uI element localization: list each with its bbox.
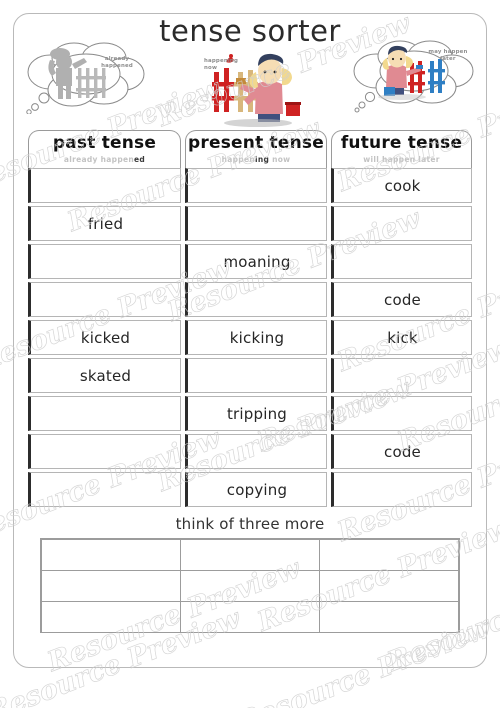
extra-cell[interactable] xyxy=(180,570,320,602)
word-cell-future[interactable]: code xyxy=(331,434,472,469)
future-thought-bubble-icon: may happen later xyxy=(350,37,478,113)
word-cell-present[interactable]: moaning xyxy=(185,244,327,279)
word-cell-future[interactable] xyxy=(331,396,472,431)
column-headers: past tense already happened present tens… xyxy=(28,130,472,168)
word-cell-past[interactable] xyxy=(28,168,181,203)
table-row: skated xyxy=(28,358,472,393)
word-cell-present[interactable]: kicking xyxy=(185,320,327,355)
extra-cell[interactable] xyxy=(180,539,320,571)
extra-cell[interactable] xyxy=(319,601,459,633)
table-row: fried xyxy=(28,206,472,241)
word-cell-future[interactable] xyxy=(331,472,472,507)
present-caption: happening now xyxy=(204,58,239,72)
extra-cell[interactable] xyxy=(41,570,181,602)
word-cell-past[interactable] xyxy=(28,244,181,279)
word-cell-past[interactable]: skated xyxy=(28,358,181,393)
column-subtitle-past: already happened xyxy=(63,155,146,164)
table-row: tripping xyxy=(28,396,472,431)
past-caption: already happened xyxy=(101,56,133,70)
tense-sorting-table: cook fried moaning code kicked kicking kick ska… xyxy=(28,168,472,510)
extra-row xyxy=(41,570,459,602)
think-of-three-more-label: think of three more xyxy=(175,515,325,533)
word-cell-future[interactable] xyxy=(331,244,472,279)
present-illustration-icon: happening now xyxy=(196,38,318,128)
word-cell-future[interactable]: kick xyxy=(331,320,472,355)
word-cell-past[interactable]: fried xyxy=(28,206,181,241)
word-cell-past[interactable] xyxy=(28,472,181,507)
extra-cell[interactable] xyxy=(319,570,459,602)
column-subtitle-present: happening now xyxy=(221,155,291,164)
table-row: copying xyxy=(28,472,472,507)
past-thought-bubble-icon: already happened xyxy=(20,38,148,115)
word-cell-present[interactable] xyxy=(185,206,327,241)
word-cell-future[interactable]: cook xyxy=(331,168,472,203)
future-caption: may happen later xyxy=(428,49,468,63)
column-title-future: future tense xyxy=(340,133,463,153)
table-row: kicked kicking kick xyxy=(28,320,472,355)
extra-cell[interactable] xyxy=(41,601,181,633)
column-title-present: present tense xyxy=(188,133,324,153)
word-cell-present[interactable] xyxy=(185,168,327,203)
illustration-band: already happened happening now may happe… xyxy=(14,36,486,128)
word-cell-present[interactable] xyxy=(185,358,327,393)
extra-cell[interactable] xyxy=(319,539,459,571)
word-cell-future[interactable] xyxy=(331,206,472,241)
word-cell-present[interactable] xyxy=(185,282,327,317)
extra-row xyxy=(41,539,459,571)
word-cell-present[interactable] xyxy=(185,434,327,469)
column-header-future: future tense will happen later xyxy=(331,130,472,168)
extra-cell[interactable] xyxy=(180,601,320,633)
extra-words-table xyxy=(40,538,460,633)
extra-row xyxy=(41,601,459,633)
table-row: code xyxy=(28,282,472,317)
word-cell-past[interactable] xyxy=(28,434,181,469)
worksheet-page: tense sorter already happened happening … xyxy=(0,0,500,708)
column-header-past: past tense already happened xyxy=(28,130,181,168)
column-header-present: present tense happening now xyxy=(185,130,327,168)
column-subtitle-future: will happen later xyxy=(363,155,440,164)
extra-cell[interactable] xyxy=(41,539,181,571)
word-cell-future[interactable] xyxy=(331,358,472,393)
word-cell-future[interactable]: code xyxy=(331,282,472,317)
word-cell-present[interactable]: copying xyxy=(185,472,327,507)
table-row: moaning xyxy=(28,244,472,279)
word-cell-past[interactable]: kicked xyxy=(28,320,181,355)
table-row: code xyxy=(28,434,472,469)
word-cell-past[interactable] xyxy=(28,396,181,431)
word-cell-past[interactable] xyxy=(28,282,181,317)
column-title-past: past tense xyxy=(52,133,157,153)
table-row: cook xyxy=(28,168,472,203)
word-cell-present[interactable]: tripping xyxy=(185,396,327,431)
